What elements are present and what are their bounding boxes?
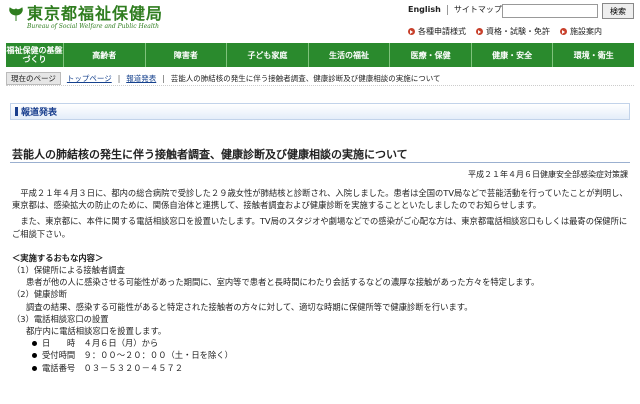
item-text: 患者が他の人に感染させる可能性があった期間に、室内等で患者と長時間にわたり会話す… bbox=[26, 277, 540, 288]
content-heading: ＜実施するおもな内容＞ bbox=[12, 252, 104, 263]
title-divider bbox=[10, 162, 630, 163]
breadcrumb-current-page: 芸能人の肺結核の発生に伴う接触者調査、健康診断及び健康相談の実施について bbox=[170, 74, 441, 83]
breadcrumb-current-label: 現在のページ bbox=[6, 72, 61, 85]
section-heading: 報道発表 bbox=[10, 103, 630, 120]
util-link-forms[interactable]: 各種申請様式 bbox=[408, 26, 466, 37]
breadcrumb-separator: | bbox=[162, 74, 165, 83]
gnav-item-foundation[interactable]: 福祉保健の基盤づくり bbox=[6, 43, 64, 67]
breadcrumb-separator: | bbox=[117, 74, 121, 83]
gnav-item-children[interactable]: 子ども家庭 bbox=[227, 43, 309, 67]
ginkgo-logo-icon bbox=[9, 7, 23, 21]
search-button[interactable]: 検索 bbox=[602, 3, 634, 19]
bullet-icon bbox=[32, 365, 37, 371]
paragraph: また、東京都に、本件に関する電話相談窓口を設置いたします。TV局のスタジオや劇場… bbox=[12, 216, 628, 239]
util-link-facilities[interactable]: 施設案内 bbox=[560, 26, 602, 37]
item-title: （3）電話相談窓口の設置 bbox=[12, 313, 109, 324]
breadcrumb: 現在のページ トップページ | 報道発表 | 芸能人の肺結核の発生に伴う接触者調… bbox=[6, 72, 634, 86]
item-title: （1）保健所による接触者調査 bbox=[12, 265, 125, 276]
top-links: English サイトマップ bbox=[402, 5, 509, 15]
detail-row: 日 時 ４月６日（月）から bbox=[12, 337, 630, 349]
item-title: （2）健康診断 bbox=[12, 289, 68, 300]
gnav-item-disabled[interactable]: 障害者 bbox=[145, 43, 228, 67]
item-text: 調査の結果、感染する可能性があると特定された接触者の方々に対して、適切な時期に保… bbox=[26, 301, 473, 312]
breadcrumb-top-link[interactable]: トップページ bbox=[67, 73, 112, 84]
english-link[interactable]: English bbox=[402, 5, 448, 15]
global-nav: 福祉保健の基盤づくり 高齢者 障害者 子ども家庭 生活の福祉 医療・保健 健康・… bbox=[6, 43, 635, 67]
sitemap-link[interactable]: サイトマップ bbox=[448, 5, 509, 15]
site-header: 東京都福祉保健局 Bureau of Social Welfare and Pu… bbox=[0, 0, 640, 40]
detail-row: 受付時間 ９：００～２０：００（土・日を除く） bbox=[12, 349, 630, 361]
site-subtitle: Bureau of Social Welfare and Public Heal… bbox=[27, 23, 160, 30]
paragraph: 平成２１年４月３日に、都内の総合病院で受診した２９歳女性が肺結核と診断され、入院… bbox=[12, 188, 628, 211]
article-date: 平成２１年４月６日健康安全部感染症対策課 bbox=[468, 170, 628, 179]
search-input[interactable] bbox=[502, 4, 598, 18]
article-body: 平成２１年４月３日に、都内の総合病院で受診した２９歳女性が肺結核と診断され、入院… bbox=[12, 187, 630, 374]
article-title: 芸能人の肺結核の発生に伴う接触者調査、健康診断及び健康相談の実施について bbox=[12, 148, 408, 161]
arrow-right-icon bbox=[560, 28, 567, 35]
gnav-item-health-safety[interactable]: 健康・安全 bbox=[471, 43, 554, 67]
item-text: 都庁内に電話相談窓口を設置します。 bbox=[26, 326, 167, 337]
arrow-right-icon bbox=[476, 28, 483, 35]
gnav-item-elderly[interactable]: 高齢者 bbox=[64, 43, 146, 67]
arrow-right-icon bbox=[408, 28, 415, 35]
breadcrumb-press-link[interactable]: 報道発表 bbox=[126, 73, 156, 84]
site-title: 東京都福祉保健局 bbox=[27, 4, 164, 23]
site-logo[interactable]: 東京都福祉保健局 Bureau of Social Welfare and Pu… bbox=[8, 5, 163, 31]
bullet-icon bbox=[32, 341, 37, 347]
gnav-item-medical[interactable]: 医療・保健 bbox=[390, 43, 472, 67]
bullet-icon bbox=[32, 353, 37, 359]
gnav-item-environment[interactable]: 環境・衛生 bbox=[553, 43, 635, 67]
detail-row: 電話番号 ０３－５３２０－４５７２ bbox=[12, 362, 630, 374]
util-link-exams[interactable]: 資格・試験・免許 bbox=[476, 26, 550, 37]
gnav-item-welfare[interactable]: 生活の福祉 bbox=[308, 43, 391, 67]
utility-links: 各種申請様式 資格・試験・免許 施設案内 bbox=[408, 26, 602, 37]
